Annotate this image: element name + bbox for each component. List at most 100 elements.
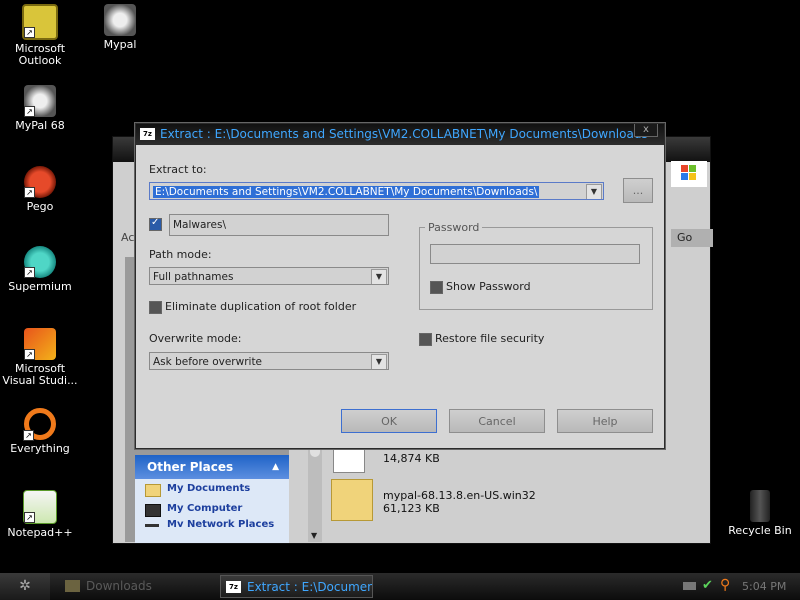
desktop-icon-label: Microsoft Outlook [14, 42, 66, 67]
dialog-title: Extract : E:\Documents and Settings\VM2.… [160, 127, 648, 141]
go-button[interactable]: Go [671, 229, 713, 247]
desktop-icon-label: Recycle Bin [728, 524, 792, 537]
desktop-icon-supermium[interactable]: ↗ Supermium [0, 246, 80, 293]
desktop-icon-outlook[interactable]: ↗ Microsoft Outlook [0, 4, 80, 67]
desktop-icon-notepadpp[interactable]: ↗ Notepad++ [0, 490, 80, 539]
desktop-icon-everything[interactable]: ↗ Everything [0, 408, 80, 455]
notepadpp-icon: ↗ [23, 490, 57, 524]
path-mode-value: Full pathnames [153, 271, 234, 283]
everything-icon: ↗ [23, 408, 56, 441]
7zip-icon: 7z [140, 128, 155, 140]
eliminate-duplication-label[interactable]: Eliminate duplication of root folder [165, 300, 356, 313]
zip-folder-icon[interactable] [331, 479, 373, 521]
extract-to-value: E:\Documents and Settings\VM2.COLLABNET\… [153, 186, 540, 198]
task-extract[interactable]: 7z Extract : E:\Documen... [220, 575, 373, 598]
visual-studio-icon: ↗ [24, 328, 56, 360]
network-icon[interactable]: ✔ [702, 578, 713, 593]
network-icon [145, 524, 159, 527]
overwrite-mode-value: Ask before overwrite [153, 356, 263, 368]
help-label: Help [592, 415, 618, 428]
windows-logo-icon [671, 161, 707, 187]
desktop-icon-visual-studio[interactable]: ↗ Microsoft Visual Studi... [0, 328, 80, 387]
file-size: 61,123 KB [383, 502, 440, 515]
desktop-icon-mypal[interactable]: Mypal [80, 4, 160, 51]
ok-button[interactable]: OK [341, 409, 437, 433]
other-place-my-documents[interactable]: My Documents [135, 479, 289, 499]
desktop-icon-label: Everything [10, 442, 70, 455]
close-button[interactable]: x [634, 124, 658, 137]
address-label: Ac [121, 231, 135, 244]
other-places-panel: Other Places ▲ My Documents My Computer … [135, 455, 289, 543]
outlook-icon: ↗ [22, 4, 58, 40]
extract-to-combobox[interactable]: E:\Documents and Settings\VM2.COLLABNET\… [149, 182, 604, 200]
task-downloads[interactable]: Downloads [60, 575, 212, 598]
chevron-down-icon[interactable]: ▼ [371, 269, 387, 284]
browse-label: ... [632, 184, 644, 197]
folder-icon [145, 484, 161, 497]
scroll-down-arrow-icon[interactable]: ▼ [311, 531, 317, 540]
help-button[interactable]: Help [557, 409, 653, 433]
collapse-chevron-icon[interactable]: ▲ [272, 455, 279, 479]
restore-security-checkbox[interactable] [419, 333, 432, 346]
taskbar: ✲ Downloads 7z Extract : E:\Documen... ✔… [0, 573, 800, 600]
password-group-label: Password [425, 221, 483, 234]
folder-icon [65, 580, 80, 592]
show-password-label[interactable]: Show Password [446, 280, 531, 293]
subfolder-checkbox[interactable] [149, 217, 162, 231]
other-place-label: My Documents [167, 483, 251, 494]
overwrite-mode-label: Overwrite mode: [149, 332, 242, 345]
browse-button[interactable]: ... [623, 178, 653, 203]
other-place-my-network[interactable]: My Network Places [135, 519, 289, 527]
desktop-icon-label: Notepad++ [7, 526, 73, 539]
other-place-my-computer[interactable]: My Computer [135, 499, 289, 519]
desktop-icon-recycle-bin[interactable]: Recycle Bin [720, 490, 800, 537]
mypal68-icon: ↗ [24, 85, 56, 117]
supermium-icon: ↗ [24, 246, 56, 278]
keyboard-icon[interactable] [683, 582, 696, 590]
chevron-down-icon[interactable]: ▼ [586, 184, 602, 199]
pego-icon: ↗ [24, 166, 56, 198]
extract-to-label: Extract to: [149, 163, 207, 176]
file-size: 14,874 KB [383, 452, 440, 465]
desktop-icon-pego[interactable]: ↗ Pego [0, 166, 80, 213]
start-orb-icon: ✲ [19, 578, 31, 594]
7zip-icon: 7z [226, 581, 241, 593]
clock[interactable]: 5:04 PM [742, 573, 786, 600]
password-input[interactable] [430, 244, 640, 264]
task-label: Extract : E:\Documen... [247, 580, 373, 594]
recycle-bin-icon [750, 490, 770, 522]
other-place-label: My Network Places [167, 519, 275, 527]
overwrite-mode-select[interactable]: Ask before overwrite ▼ [149, 352, 389, 370]
other-place-label: My Computer [167, 503, 243, 514]
start-button[interactable]: ✲ [0, 573, 50, 600]
file-name[interactable]: mypal-68.13.8.en-US.win32 [383, 489, 536, 502]
extract-dialog[interactable]: 7z Extract : E:\Documents and Settings\V… [135, 123, 665, 449]
subfolder-input[interactable]: Malwares\ [169, 214, 389, 236]
desktop-icon-mypal68[interactable]: ↗ MyPal 68 [0, 85, 80, 132]
chevron-down-icon[interactable]: ▼ [371, 354, 387, 369]
password-groupbox [419, 227, 653, 310]
desktop-icon-label: Pego [26, 200, 54, 213]
cancel-label: Cancel [478, 415, 516, 428]
path-mode-label: Path mode: [149, 248, 212, 261]
path-mode-select[interactable]: Full pathnames ▼ [149, 267, 389, 285]
system-tray: ✔ ⚲ 5:04 PM [680, 573, 800, 600]
search-icon[interactable]: ⚲ [720, 577, 730, 593]
eliminate-duplication-checkbox[interactable] [149, 301, 162, 314]
close-icon: x [643, 124, 649, 135]
computer-icon [145, 504, 161, 517]
dialog-titlebar[interactable]: 7z Extract : E:\Documents and Settings\V… [136, 124, 664, 145]
desktop-icon-label: MyPal 68 [15, 119, 65, 132]
go-label: Go [677, 231, 693, 244]
other-places-header[interactable]: Other Places ▲ [135, 455, 289, 479]
subfolder-value: Malwares\ [173, 219, 226, 231]
task-label: Downloads [86, 579, 152, 593]
desktop-icon-label: Supermium [8, 280, 72, 293]
ok-label: OK [381, 415, 397, 428]
show-password-checkbox[interactable] [430, 281, 443, 294]
restore-security-label[interactable]: Restore file security [435, 332, 544, 345]
mypal-icon [104, 4, 136, 36]
desktop-icon-label: Mypal [103, 38, 137, 51]
desktop-icon-label: Microsoft Visual Studi... [2, 362, 78, 387]
cancel-button[interactable]: Cancel [449, 409, 545, 433]
